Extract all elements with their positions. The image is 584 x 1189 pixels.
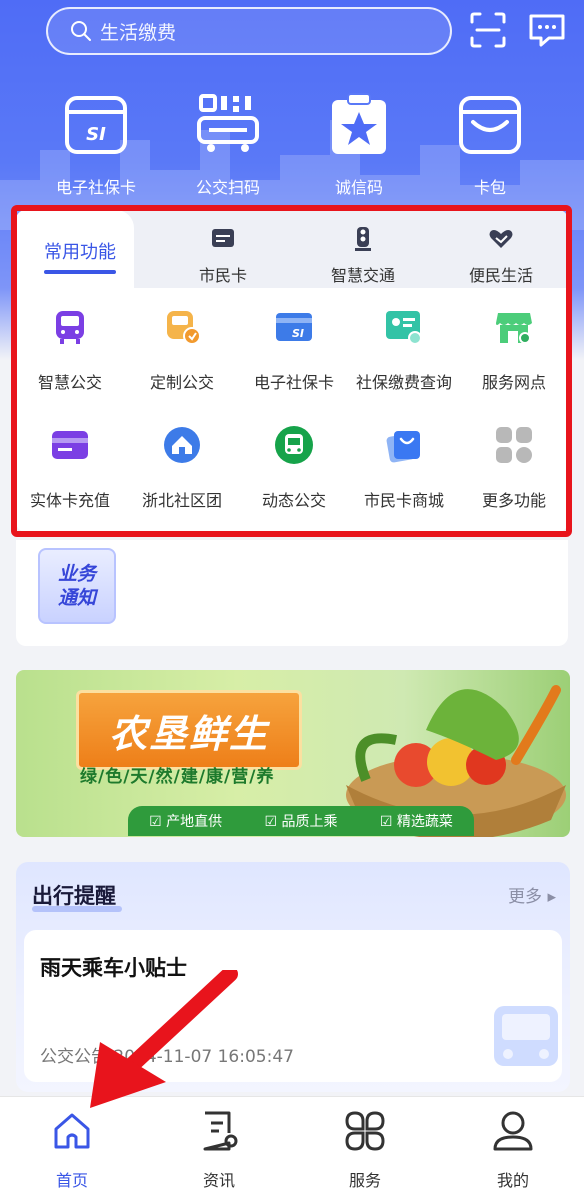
func-community-group[interactable]: 浙北社区团 xyxy=(126,425,238,511)
nav-services[interactable]: 服务 xyxy=(315,1109,415,1189)
func-label: 电子社保卡 xyxy=(253,373,334,392)
home-icon xyxy=(54,1113,90,1149)
tab-smart-traffic[interactable]: 智慧交通 xyxy=(308,226,418,286)
nav-label: 我的 xyxy=(496,1171,529,1189)
tab-label: 市民卡 xyxy=(198,266,247,285)
func-dynamic-bus[interactable]: 动态公交 xyxy=(238,425,350,511)
nav-label: 首页 xyxy=(55,1171,88,1189)
search-icon xyxy=(71,21,91,41)
func-social-security-card[interactable]: SI 电子社保卡 xyxy=(238,307,350,393)
banner-title: 农垦鲜生 xyxy=(108,711,269,756)
message-icon[interactable] xyxy=(527,10,567,50)
nav-news[interactable]: 资讯 xyxy=(169,1109,269,1189)
travel-reminder-section: 出行提醒 更多 ▸ 雨天乘车小贴士 公交公告 2024-11-07 16:05:… xyxy=(16,862,570,1092)
func-card-recharge[interactable]: 实体卡充值 xyxy=(16,425,126,511)
func-label: 实体卡充值 xyxy=(29,491,110,510)
dynamic-bus-icon xyxy=(275,426,313,464)
travel-tip-card[interactable]: 雨天乘车小贴士 公交公告 2024-11-07 16:05:47 xyxy=(24,930,562,1082)
bottom-navigation: 首页 资讯 服务 我的 xyxy=(0,1096,584,1189)
func-label: 社保缴费查询 xyxy=(355,373,452,392)
nav-profile[interactable]: 我的 xyxy=(463,1109,563,1189)
tab-citizen-card[interactable]: 市民卡 xyxy=(168,226,278,286)
func-label: 市民卡商城 xyxy=(363,491,444,510)
business-notice-badge[interactable]: 业务 通知 xyxy=(38,548,116,624)
function-tab-bar: 常用功能 市民卡 智慧交通 便民生活 xyxy=(16,210,568,288)
func-label: 更多功能 xyxy=(481,491,546,510)
social-payment-query-icon xyxy=(386,311,422,345)
quick-label: 电子社保卡 xyxy=(55,178,136,197)
func-label: 浙北社区团 xyxy=(141,491,222,510)
banner-tag: ☑ 产地直供 xyxy=(149,814,223,830)
func-custom-bus[interactable]: 定制公交 xyxy=(126,307,238,393)
heart-hand-icon xyxy=(489,230,513,248)
tab-label: 便民生活 xyxy=(468,266,533,285)
quick-label: 卡包 xyxy=(473,178,506,197)
notice-line1: 业务 xyxy=(57,563,96,585)
traffic-light-icon xyxy=(355,227,371,251)
nav-label: 服务 xyxy=(348,1171,381,1189)
func-citizen-mall[interactable]: 市民卡商城 xyxy=(348,425,460,511)
tab-label: 常用功能 xyxy=(44,242,116,263)
search-placeholder: 生活缴费 xyxy=(100,21,177,44)
quick-label: 诚信码 xyxy=(334,178,383,197)
func-label: 动态公交 xyxy=(261,491,326,510)
credit-code-icon xyxy=(332,93,386,154)
search-bar[interactable]: 生活缴费 xyxy=(46,7,452,55)
banner-title-plate: 农垦鲜生 xyxy=(76,690,302,770)
func-label: 定制公交 xyxy=(149,373,214,392)
banner-tag: ☑ 精选蔬菜 xyxy=(379,814,453,830)
quick-bus-qr[interactable]: 公交扫码 xyxy=(173,92,283,198)
func-service-outlet[interactable]: 服务网点 xyxy=(458,307,568,393)
tab-convenient-life[interactable]: 便民生活 xyxy=(446,226,556,286)
custom-bus-icon xyxy=(167,311,201,345)
func-more[interactable]: 更多功能 xyxy=(458,425,568,511)
card-recharge-icon xyxy=(52,431,88,459)
svg-text:SI: SI xyxy=(292,327,304,340)
social-security-card-icon: SI xyxy=(65,96,127,154)
quick-social-security-card[interactable]: SI 电子社保卡 xyxy=(41,92,151,198)
more-link[interactable]: 更多 ▸ xyxy=(508,882,556,907)
citizen-card-icon xyxy=(212,229,234,247)
svg-text:SI: SI xyxy=(86,124,106,145)
more-grid-icon xyxy=(496,427,532,463)
func-social-payment-query[interactable]: 社保缴费查询 xyxy=(348,307,460,393)
social-security-card-icon: SI xyxy=(276,313,312,341)
profile-icon xyxy=(493,1111,533,1151)
tab-common-functions[interactable]: 常用功能 xyxy=(16,210,134,288)
services-icon xyxy=(345,1111,385,1151)
nav-home[interactable]: 首页 xyxy=(22,1109,122,1189)
news-icon xyxy=(203,1111,238,1151)
banner-tag: ☑ 品质上乘 xyxy=(264,814,338,830)
promo-banner[interactable]: 农垦鲜生 绿/色/天/然/建/康/营/养 ☑ 产地直供 ☑ 品质上乘 ☑ 精选蔬… xyxy=(16,670,570,837)
nav-label: 资讯 xyxy=(202,1171,235,1189)
business-notice-card[interactable]: 业务 通知 xyxy=(16,540,568,646)
quick-card-wallet[interactable]: 卡包 xyxy=(435,92,545,198)
func-label: 服务网点 xyxy=(481,373,546,392)
notice-line2: 通知 xyxy=(57,587,96,609)
section-title: 出行提醒 xyxy=(32,884,116,908)
function-panel: 常用功能 市民卡 智慧交通 便民生活 智慧公交 定制公交 SI 电子社保卡 社保… xyxy=(16,210,568,532)
smart-bus-icon xyxy=(56,311,84,344)
tip-title: 雨天乘车小贴士 xyxy=(40,956,187,980)
func-label: 智慧公交 xyxy=(37,373,102,392)
quick-credit-code[interactable]: 诚信码 xyxy=(304,92,414,198)
tip-meta: 公交公告 2024-11-07 16:05:47 xyxy=(40,1047,294,1067)
tab-label: 智慧交通 xyxy=(330,266,395,285)
service-outlet-icon xyxy=(496,313,532,344)
community-group-icon xyxy=(164,427,200,463)
shopping-bag-icon xyxy=(386,431,420,463)
tab-active-indicator xyxy=(44,270,116,274)
bus-illustration-icon xyxy=(494,1006,558,1066)
banner-tags: ☑ 产地直供 ☑ 品质上乘 ☑ 精选蔬菜 xyxy=(128,806,474,836)
card-wallet-icon xyxy=(459,96,521,154)
scan-icon[interactable] xyxy=(468,10,508,50)
func-smart-bus[interactable]: 智慧公交 xyxy=(16,307,126,393)
banner-slogan: 绿/色/天/然/建/康/营/养 xyxy=(80,767,275,787)
quick-label: 公交扫码 xyxy=(195,178,260,197)
bus-qr-icon xyxy=(197,94,259,152)
